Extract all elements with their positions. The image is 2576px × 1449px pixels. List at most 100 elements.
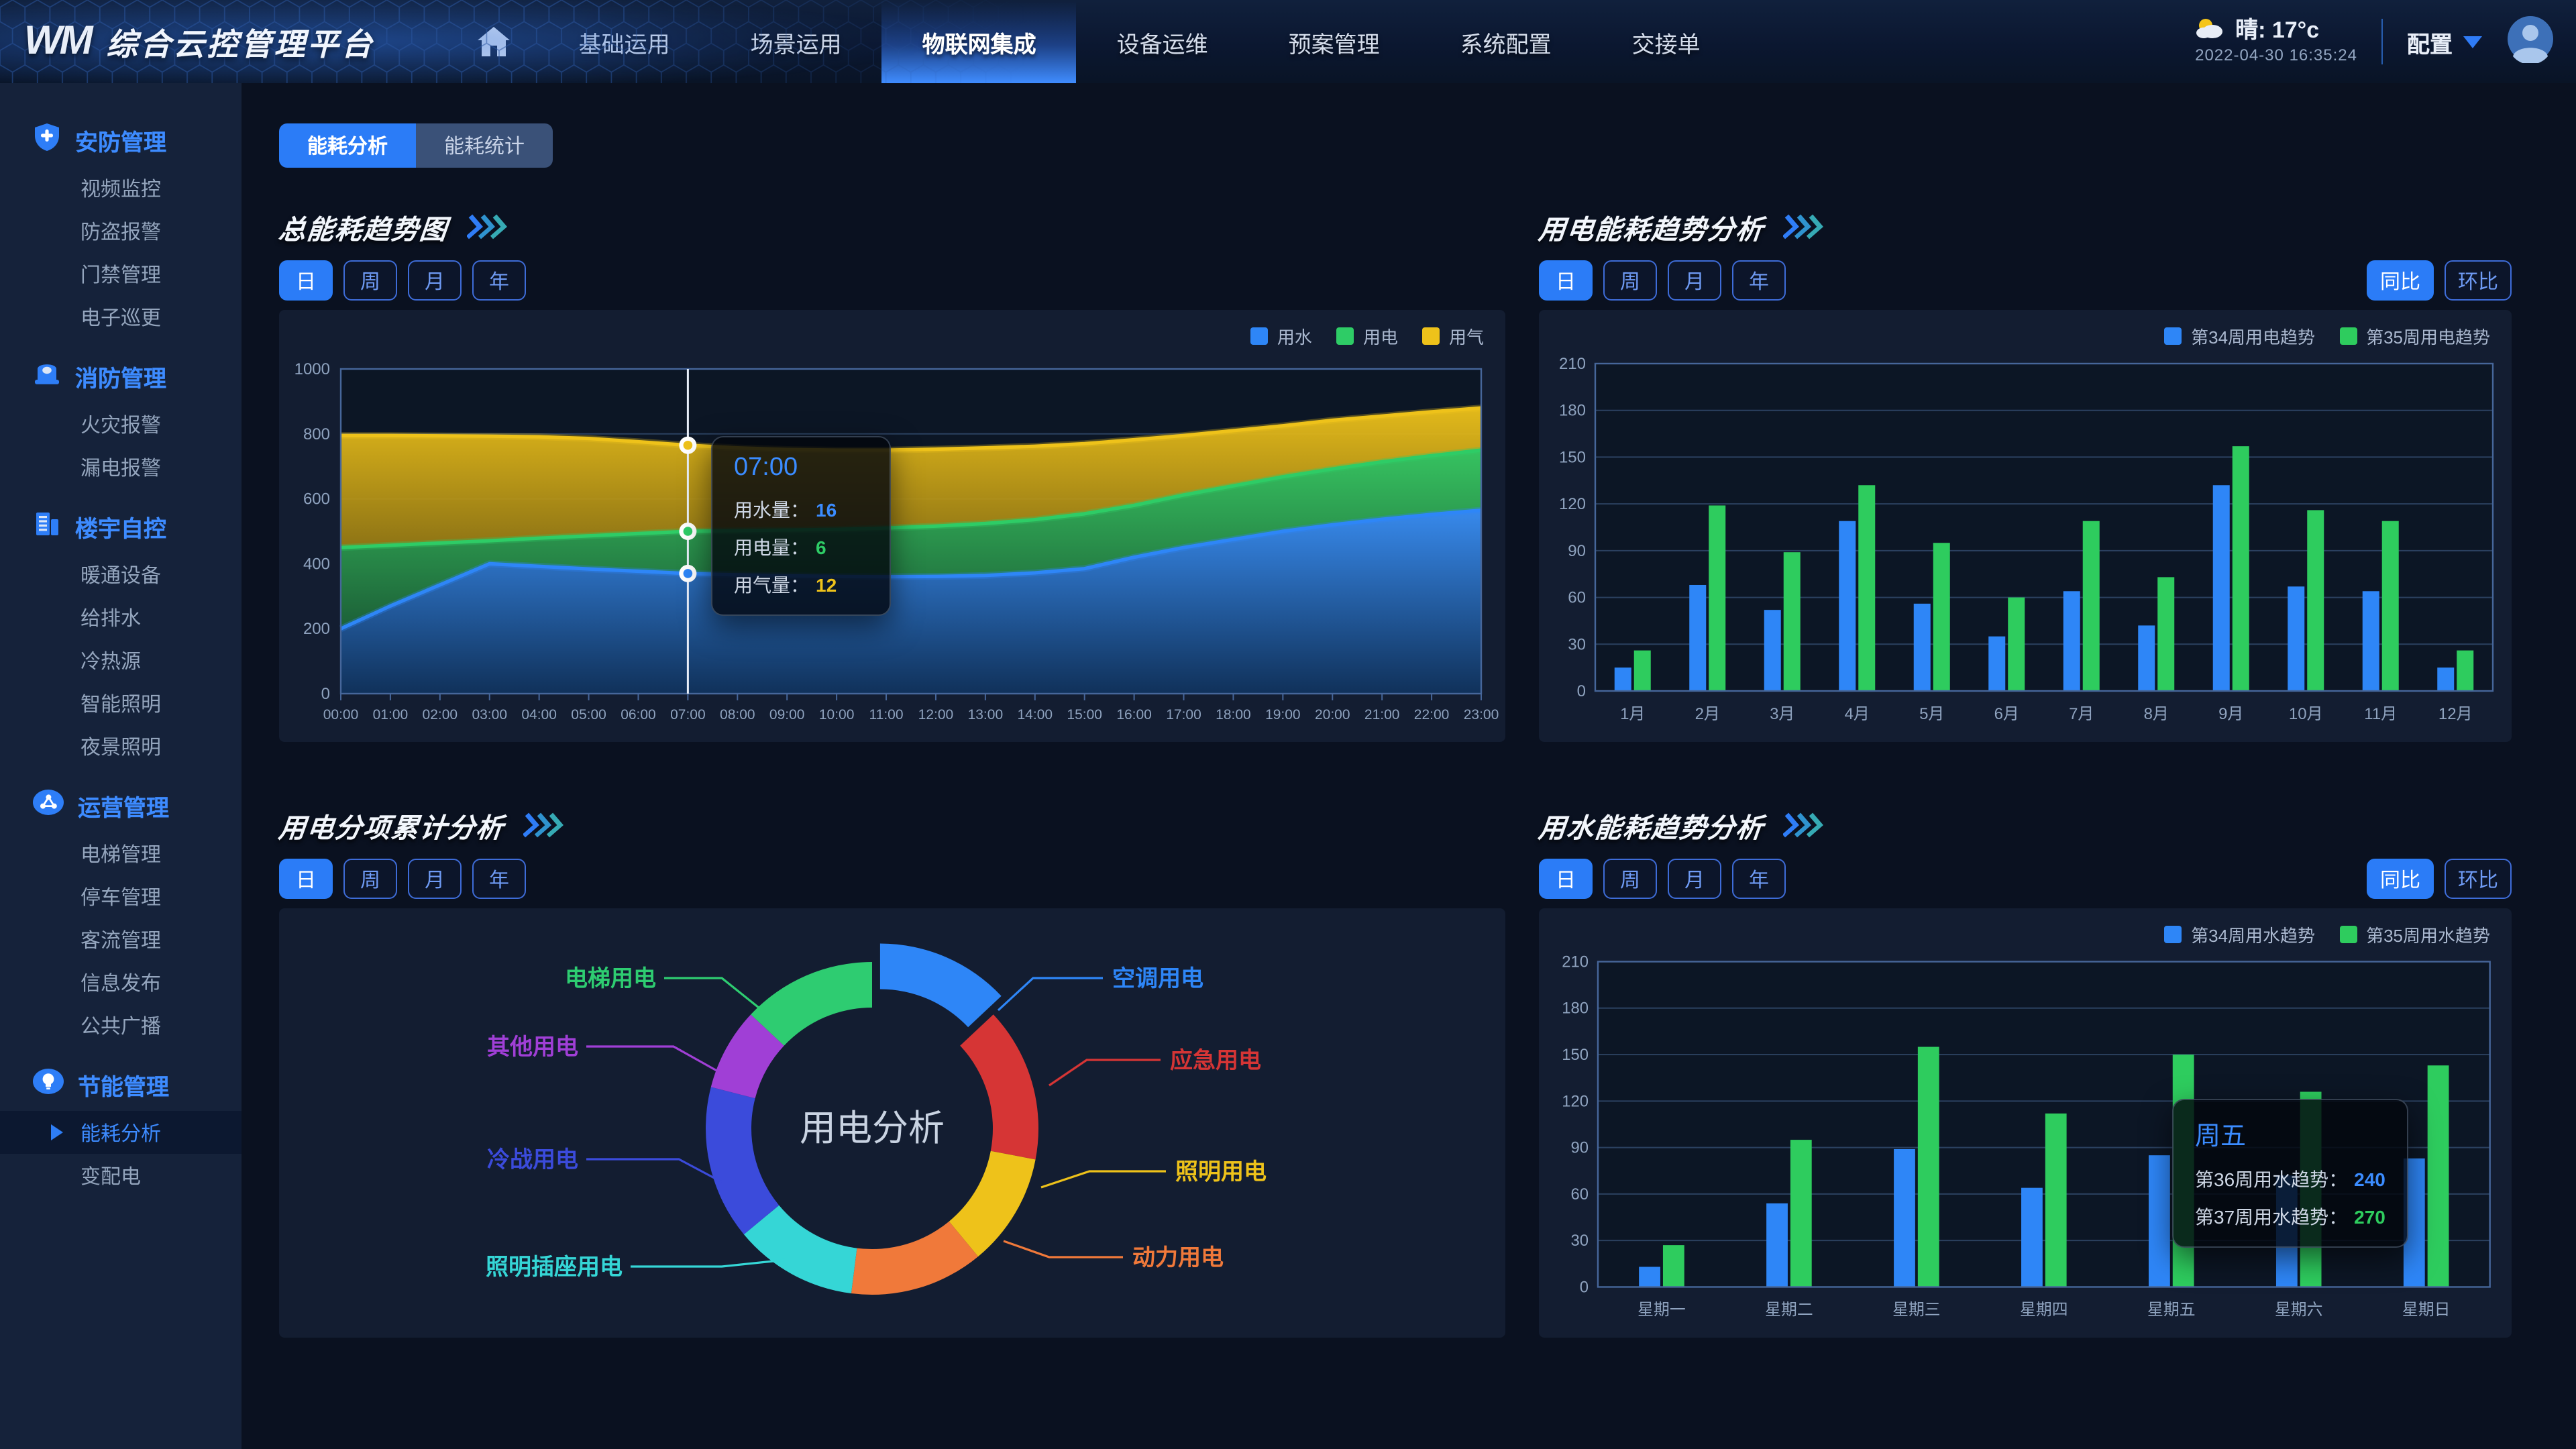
x-axis-label: 13:00 [968, 707, 1004, 722]
sidebar-section-security[interactable]: 安防管理 [0, 113, 241, 166]
tab-energy-statistics[interactable]: 能耗统计 [416, 123, 553, 168]
range-month-button[interactable]: 月 [1668, 260, 1721, 301]
donut-label-其他用电[interactable]: 其他用电 [487, 1034, 578, 1060]
legend-item[interactable]: 用水 [1250, 323, 1312, 349]
range-month-button[interactable]: 月 [1668, 859, 1721, 899]
donut-label-冷战用电[interactable]: 冷战用电 [487, 1147, 578, 1173]
sidebar-item-energy-analysis[interactable]: 能耗分析 [0, 1111, 241, 1154]
x-axis-label: 05:00 [571, 707, 606, 722]
legend-swatch [1422, 327, 1440, 345]
sidebar-section-operation[interactable]: 运营管理 [0, 778, 241, 832]
range-month-button[interactable]: 月 [408, 859, 462, 899]
range-week-button[interactable]: 周 [343, 260, 397, 301]
donut-center-label: 用电分析 [800, 1108, 945, 1148]
sidebar-item-leakage[interactable]: 漏电报警 [0, 445, 241, 488]
sidebar-item-power-distribution[interactable]: 变配电 [0, 1154, 241, 1197]
tooltip-row: 第36周用水趋势：240 [2195, 1166, 2385, 1193]
donut-label-动力用电[interactable]: 动力用电 [1132, 1245, 1224, 1271]
legend-item[interactable]: 用气 [1422, 323, 1484, 349]
donut-label-空调用电[interactable]: 空调用电 [1112, 966, 1203, 991]
range-week-button[interactable]: 周 [343, 859, 397, 899]
config-dropdown[interactable]: 配置 [2407, 25, 2482, 58]
nav-item-handover[interactable]: 交接单 [1592, 0, 1741, 83]
sidebar-item-drainage[interactable]: 给排水 [0, 596, 241, 639]
nav-item-basic[interactable]: 基础运用 [539, 0, 710, 83]
sidebar-item-infopublish[interactable]: 信息发布 [0, 961, 241, 1004]
divider [2381, 19, 2383, 64]
sidebar-item-elevator[interactable]: 电梯管理 [0, 832, 241, 875]
range-day-button[interactable]: 日 [1539, 260, 1593, 301]
range-year-button[interactable]: 年 [1732, 260, 1786, 301]
mom-button[interactable]: 环比 [2445, 859, 2512, 899]
yoy-button[interactable]: 同比 [2367, 859, 2434, 899]
legend-item[interactable]: 第35周用电趋势 [2339, 323, 2490, 349]
bar-4月-第35周用电趋势 [1858, 485, 1875, 691]
nav-item-plan[interactable]: 预案管理 [1248, 0, 1420, 83]
range-week-button[interactable]: 周 [1603, 260, 1657, 301]
donut-slice-空调用电[interactable] [880, 943, 1002, 1027]
mom-button[interactable]: 环比 [2445, 260, 2512, 301]
range-day-button[interactable]: 日 [279, 260, 333, 301]
donut-label-应急用电[interactable]: 应急用电 [1170, 1048, 1261, 1073]
donut-label-照明用电[interactable]: 照明用电 [1175, 1159, 1267, 1185]
sidebar-item-heatsource[interactable]: 冷热源 [0, 639, 241, 682]
x-axis-label: 4月 [1845, 705, 1870, 723]
sidebar-item-smartlight[interactable]: 智能照明 [0, 682, 241, 724]
total-energy-area-chart[interactable]: 0200400600800100000:0001:0002:0003:0004:… [279, 310, 1505, 742]
donut-slice-应急用电[interactable] [960, 1014, 1038, 1159]
x-axis-label: 20:00 [1315, 707, 1350, 722]
range-month-button[interactable]: 月 [408, 260, 462, 301]
range-year-button[interactable]: 年 [472, 260, 526, 301]
sidebar-section-energy[interactable]: 节能管理 [0, 1057, 241, 1111]
weather-text: 晴: 17°c [2235, 18, 2319, 44]
nav-item-scene[interactable]: 场景运用 [710, 0, 882, 83]
nav-item-sysconfig[interactable]: 系统配置 [1420, 0, 1592, 83]
yoy-button[interactable]: 同比 [2367, 260, 2434, 301]
range-year-button[interactable]: 年 [1732, 859, 1786, 899]
bar-7月-第35周用电趋势 [2083, 521, 2100, 691]
donut-slice-冷战用电[interactable] [706, 1087, 779, 1234]
donut-leader-line [586, 1159, 722, 1182]
donut-label-照明插座用电[interactable]: 照明插座用电 [486, 1254, 623, 1280]
range-week-button[interactable]: 周 [1603, 859, 1657, 899]
nav-item-devops[interactable]: 设备运维 [1077, 0, 1248, 83]
donut-leader-line [1049, 1060, 1161, 1085]
x-axis-label: 6月 [1994, 705, 2019, 723]
y-axis-label: 0 [1577, 682, 1586, 700]
electricity-donut-chart[interactable]: 用电分析 空调用电应急用电照明用电动力用电 照明插座用电冷战用电 其他用电 电梯用电 [279, 908, 1505, 1338]
x-axis-label: 11:00 [869, 707, 904, 722]
tab-energy-analysis[interactable]: 能耗分析 [279, 123, 416, 168]
range-day-button[interactable]: 日 [279, 859, 333, 899]
legend-item[interactable]: 第35周用水趋势 [2339, 922, 2490, 947]
y-axis-label: 30 [1571, 1232, 1589, 1250]
donut-label-电梯用电[interactable]: 电梯用电 [565, 966, 656, 991]
top-nav: 基础运用 场景运用 物联网集成 设备运维 预案管理 系统配置 交接单 [539, 0, 1741, 83]
sidebar-item-patrol[interactable]: 电子巡更 [0, 295, 241, 338]
y-axis-label: 800 [303, 425, 330, 443]
topbar-right: 晴: 17°c 2022-04-30 16:35:24 配置 [2195, 0, 2555, 83]
sidebar-item-firealarm[interactable]: 火灾报警 [0, 402, 241, 445]
sidebar-item-parking[interactable]: 停车管理 [0, 875, 241, 918]
avatar[interactable] [2506, 14, 2555, 69]
legend-item[interactable]: 第34周用电趋势 [2164, 323, 2315, 349]
nav-item-iot[interactable]: 物联网集成 [882, 0, 1077, 83]
sidebar-item-video[interactable]: 视频监控 [0, 166, 241, 209]
sidebar-item-passengerflow[interactable]: 客流管理 [0, 918, 241, 961]
legend-item[interactable]: 用电 [1336, 323, 1398, 349]
electricity-bar-chart[interactable]: 03060901201501802101月2月3月4月5月6月7月8月9月10月… [1539, 310, 2512, 742]
home-icon[interactable] [464, 0, 525, 83]
legend-swatch [2164, 926, 2182, 943]
legend-item[interactable]: 第34周用水趋势 [2164, 922, 2315, 947]
bulb-icon [32, 1067, 64, 1101]
active-pointer-icon [51, 1124, 63, 1140]
range-year-button[interactable]: 年 [472, 859, 526, 899]
sidebar-item-nightlight[interactable]: 夜景照明 [0, 724, 241, 767]
sidebar-item-access[interactable]: 门禁管理 [0, 252, 241, 295]
sidebar-section-fire[interactable]: 消防管理 [0, 349, 241, 402]
sidebar-section-building[interactable]: 楼宇自控 [0, 499, 241, 553]
panel-water-trend: 用水能耗趋势分析 日 周 月 年 同比 环比 第34周用水趋势第35周用水趋势 … [1539, 805, 2512, 1338]
range-day-button[interactable]: 日 [1539, 859, 1593, 899]
sidebar-item-broadcast[interactable]: 公共广播 [0, 1004, 241, 1046]
sidebar-item-hvac[interactable]: 暖通设备 [0, 553, 241, 596]
sidebar-item-burglar[interactable]: 防盗报警 [0, 209, 241, 252]
